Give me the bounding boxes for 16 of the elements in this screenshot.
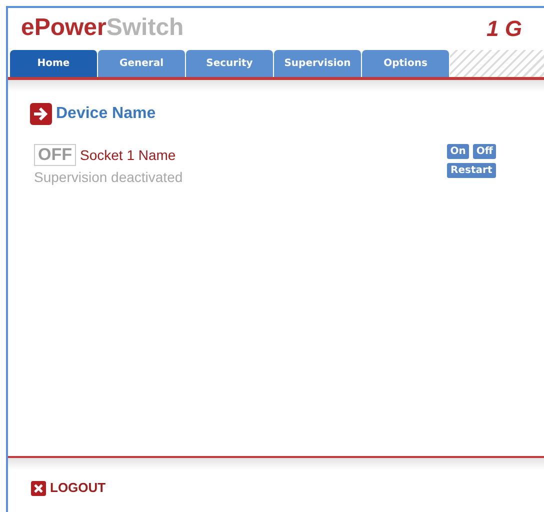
- supervision-status: Supervision deactivated: [34, 168, 183, 187]
- nav-tab[interactable]: Home: [10, 50, 97, 77]
- logout-link[interactable]: LOGOUT: [50, 478, 106, 498]
- logo: ePowerSwitch: [21, 16, 184, 40]
- socket-button[interactable]: Restart: [446, 163, 496, 178]
- close-icon: [31, 480, 46, 496]
- nav-tab[interactable]: Options: [362, 50, 449, 77]
- socket-state: OFF: [34, 144, 76, 166]
- nav-tab[interactable]: General: [98, 50, 185, 77]
- socket-button[interactable]: On: [446, 144, 470, 159]
- model-label: 1 G: [486, 14, 522, 42]
- socket-name: Socket 1 Name: [80, 146, 176, 164]
- device-title: Device Name: [56, 104, 156, 124]
- nav-tab[interactable]: Security: [186, 50, 273, 77]
- socket-button[interactable]: Off: [473, 144, 496, 159]
- nav-tab[interactable]: Supervision: [274, 50, 361, 77]
